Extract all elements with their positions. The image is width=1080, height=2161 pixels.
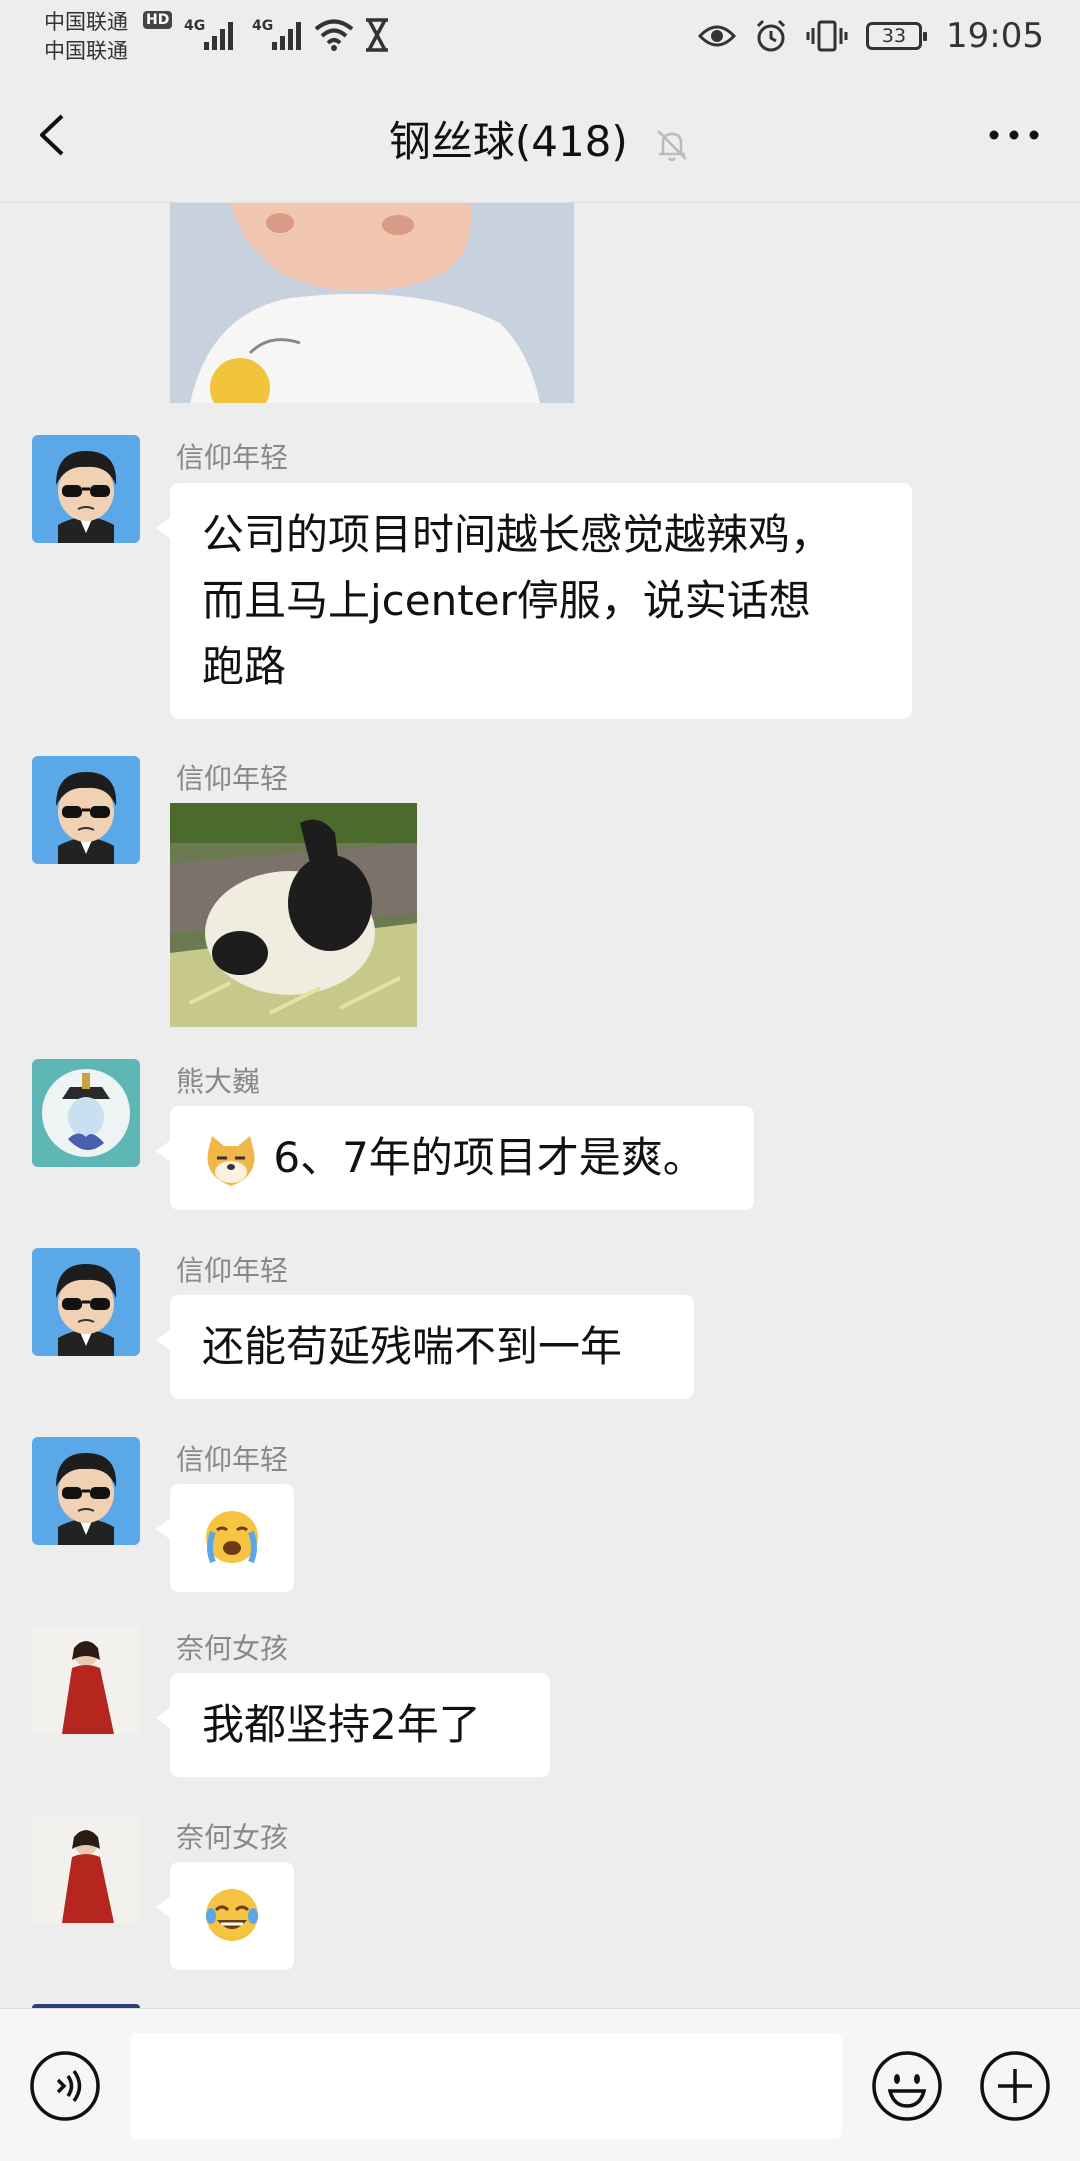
sunglasses-man-avatar-icon: [32, 756, 140, 864]
baby-photo: [170, 203, 574, 403]
message-line: 跑路: [202, 642, 287, 691]
sender-avatar[interactable]: [32, 1815, 140, 1923]
panda-photo: [170, 803, 417, 1027]
sender-name: 奈何女孩: [176, 1632, 289, 1665]
more-options-icon[interactable]: [984, 110, 1044, 160]
text-message-bubble[interactable]: 还能苟延残喘不到一年: [156, 1295, 694, 1399]
text-message-bubble[interactable]: 6、7年的项目才是爽。: [156, 1106, 754, 1210]
woman-red-dress-avatar-icon: [32, 1815, 140, 1923]
sender-name: 奈何女孩: [176, 1821, 289, 1854]
emoji-icon[interactable]: [870, 2049, 944, 2123]
carrier-2: 中国联通: [44, 39, 128, 63]
status-right: 33 19:05: [698, 14, 1044, 58]
message-list[interactable]: 信仰年轻 公司的项目时间越长感觉越辣鸡， 而且马上jcenter停服，说实话想 …: [0, 203, 1080, 2008]
sunglasses-man-avatar-icon: [32, 1248, 140, 1356]
sender-avatar[interactable]: [32, 1437, 140, 1545]
sender-avatar[interactable]: [32, 1248, 140, 1356]
voice-icon[interactable]: [28, 2049, 102, 2123]
status-bar: 中国联通 中国联通 HD 4G 4G 33 19:05: [0, 0, 1080, 70]
network-label-2: 4G: [252, 18, 274, 34]
emoji-message-bubble[interactable]: [156, 1862, 294, 1970]
mute-bell-icon: [657, 129, 688, 161]
plus-icon[interactable]: [978, 2049, 1052, 2123]
carrier-info: 中国联通 中国联通: [44, 8, 128, 66]
message-text: 我都坚持2年了: [202, 1700, 481, 1749]
wifi-icon: [314, 19, 354, 51]
alarm-icon: [756, 19, 786, 52]
sender-avatar[interactable]: [32, 756, 140, 864]
message-text: 6、7年的项目才是爽。: [273, 1133, 705, 1182]
network-label-1: 4G: [184, 18, 206, 34]
sender-avatar[interactable]: [32, 1059, 140, 1167]
sender-name: 信仰年轻: [176, 762, 289, 795]
input-bar: [0, 2008, 1080, 2161]
sender-name: 信仰年轻: [176, 1443, 289, 1476]
woman-red-dress-avatar-icon: [32, 1626, 140, 1734]
tears-of-joy-icon: [206, 1889, 258, 1941]
loudly-crying-face-icon: [206, 1511, 258, 1564]
signal-icon-1: [204, 20, 238, 50]
text-message-bubble[interactable]: 公司的项目时间越长感觉越辣鸡， 而且马上jcenter停服，说实话想 跑路: [156, 483, 912, 719]
baby-image-message[interactable]: [170, 203, 574, 403]
signal-icon-2: [272, 20, 306, 50]
doge-face-icon: [207, 1135, 255, 1186]
eye-comfort-icon: [698, 25, 737, 47]
chat-title: 钢丝球(418): [388, 117, 628, 166]
sender-avatar[interactable]: [32, 1626, 140, 1734]
message-input[interactable]: [130, 2033, 842, 2139]
chat-title-wrap: 钢丝球(418): [0, 108, 1080, 169]
sunglasses-man-avatar-icon: [32, 435, 140, 543]
sender-name: 熊大巍: [176, 1065, 261, 1098]
vibrate-icon: [806, 20, 848, 52]
text-message-bubble[interactable]: 我都坚持2年了: [156, 1673, 550, 1777]
message-line: 而且马上jcenter停服，说实话想: [202, 576, 811, 625]
carrier-1: 中国联通: [44, 10, 128, 34]
clock: 19:05: [946, 16, 1044, 56]
chat-header: 钢丝球(418): [0, 70, 1080, 203]
hd-badge: HD: [143, 11, 173, 29]
sender-avatar[interactable]: [32, 435, 140, 543]
message-text: 还能苟延残喘不到一年: [202, 1322, 623, 1371]
panda-image-message[interactable]: [170, 803, 417, 1027]
sunglasses-man-avatar-icon: [32, 1437, 140, 1545]
message-line: 公司的项目时间越长感觉越辣鸡，: [202, 510, 833, 559]
sender-name: 信仰年轻: [176, 1254, 289, 1287]
battery-icon: 33: [866, 22, 928, 50]
sender-name: 信仰年轻: [176, 441, 289, 474]
hourglass-icon: [366, 18, 388, 52]
cartoon-character-avatar-icon: [32, 1059, 140, 1167]
emoji-message-bubble[interactable]: [156, 1484, 294, 1592]
